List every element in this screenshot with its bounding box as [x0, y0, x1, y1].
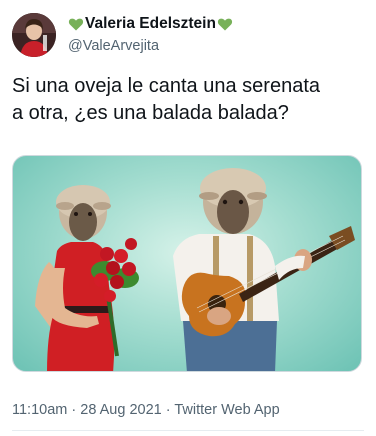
meta-separator: ·: [71, 402, 77, 418]
sheep-serenade-illustration: [35, 168, 355, 371]
tweet-meta: 11:10am · 28 Aug 2021 · Twitter Web App: [12, 402, 280, 418]
divider: [12, 430, 364, 431]
avatar-image: [12, 13, 56, 57]
author-name-row[interactable]: Valeria Edelsztein: [68, 14, 233, 34]
tweet-source[interactable]: Twitter Web App: [174, 402, 279, 418]
author-display-name[interactable]: Valeria Edelsztein: [85, 15, 216, 33]
sheep-man-figure: [173, 168, 279, 371]
meta-separator: ·: [165, 402, 171, 418]
tweet-card: Valeria Edelsztein @ValeArvejita Si una …: [0, 0, 376, 436]
green-heart-icon: [217, 18, 233, 31]
author-handle[interactable]: @ValeArvejita: [68, 38, 159, 54]
author-avatar[interactable]: [12, 13, 56, 57]
green-heart-icon: [68, 18, 84, 31]
tweet-media-image[interactable]: [12, 155, 362, 372]
tweet-text: Si una oveja le canta una serenata a otr…: [12, 73, 364, 127]
tweet-text-line: a otra, ¿es una balada balada?: [12, 102, 289, 124]
tweet-text-line: Si una oveja le canta una serenata: [12, 75, 320, 97]
tweet-time[interactable]: 11:10am: [12, 402, 67, 418]
tweet-date[interactable]: 28 Aug 2021: [80, 402, 161, 418]
